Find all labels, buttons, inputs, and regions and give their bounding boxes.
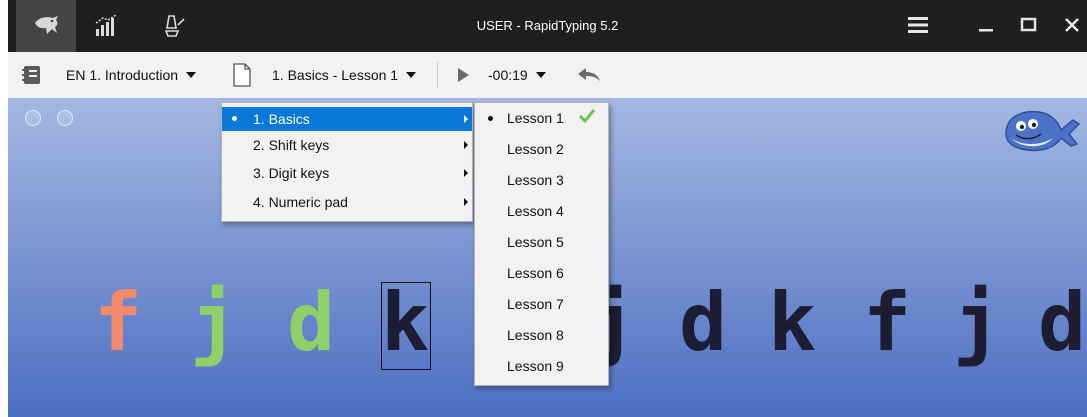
lesson-item-7[interactable]: Lesson 7 — [475, 291, 608, 317]
bullet-icon — [232, 116, 237, 121]
play-icon — [458, 68, 469, 82]
lesson-item-label: Lesson 9 — [507, 358, 564, 374]
exercise-letter: d — [1038, 276, 1087, 369]
exercise-letter: j — [190, 276, 239, 369]
lesson-file-button[interactable] — [232, 52, 252, 98]
lesson-item-label: Lesson 5 — [507, 234, 564, 250]
maximize-button[interactable] — [1016, 12, 1042, 38]
lesson-item-label: Lesson 3 — [507, 172, 564, 188]
menu-item-label: 2. Shift keys — [253, 137, 330, 153]
course-label: EN 1. Introduction — [66, 67, 179, 83]
play-button[interactable] — [456, 52, 470, 98]
indicator-circle — [57, 110, 73, 126]
menu-icon — [908, 17, 928, 33]
lesson-item-2[interactable]: Lesson 2 — [475, 136, 608, 162]
lesson-item-label: Lesson 2 — [507, 141, 564, 157]
title-bar: USER - RapidTyping 5.2 — [8, 0, 1087, 52]
menu-item-basics[interactable]: 1. Basics — [222, 107, 472, 131]
exercise-letter: d — [287, 276, 336, 369]
file-icon — [233, 63, 251, 87]
timer-dropdown[interactable]: -00:19 — [488, 52, 546, 98]
lesson-item-label: Lesson 4 — [507, 203, 564, 219]
lesson-item-4[interactable]: Lesson 4 — [475, 198, 608, 224]
toolbar: EN 1. Introduction 1. Basics - Lesson 1 … — [8, 52, 1087, 99]
lesson-item-5[interactable]: Lesson 5 — [475, 229, 608, 255]
menu-item-shift-keys[interactable]: 2. Shift keys — [222, 133, 472, 157]
exercise-letter: f — [94, 276, 143, 369]
chevron-right-icon — [464, 115, 468, 123]
whale-mascot-icon — [1005, 110, 1081, 152]
menu-item-label: 3. Digit keys — [253, 165, 330, 181]
lesson-item-3[interactable]: Lesson 3 — [475, 167, 608, 193]
minimize-icon — [979, 29, 993, 32]
timer-label: -00:19 — [488, 67, 528, 83]
lesson-item-label: Lesson 8 — [507, 327, 564, 343]
close-button[interactable] — [1059, 12, 1085, 38]
chevron-right-icon — [464, 141, 468, 149]
menu-button[interactable] — [905, 12, 931, 38]
indicator-circle — [25, 110, 41, 126]
menu-item-digit-keys[interactable]: 3. Digit keys — [222, 161, 472, 185]
chevron-down-icon — [186, 72, 197, 78]
left-edge — [0, 0, 8, 417]
exercise-letter: k — [768, 276, 817, 369]
chevron-down-icon — [406, 72, 417, 78]
lesson-dropdown[interactable]: 1. Basics - Lesson 1 — [272, 52, 417, 98]
lesson-item-label: Lesson 7 — [507, 296, 564, 312]
notebook-icon — [22, 66, 40, 84]
app-window: USER - RapidTyping 5.2 EN 1. Introductio… — [8, 0, 1087, 417]
menu-item-label: 1. Basics — [253, 111, 310, 127]
lesson-menu: Lesson 1 Lesson 2 Lesson 3 Lesson 4 Less… — [474, 102, 609, 386]
lesson-label: 1. Basics - Lesson 1 — [272, 67, 399, 83]
menu-item-numeric-pad[interactable]: 4. Numeric pad — [222, 190, 472, 214]
lesson-item-1[interactable]: Lesson 1 — [475, 105, 608, 131]
lesson-item-label: Lesson 6 — [507, 265, 564, 281]
menu-item-label: 4. Numeric pad — [253, 194, 348, 210]
exercise-letter: j — [953, 276, 1002, 369]
checkmark-icon — [578, 109, 596, 124]
chevron-down-icon — [535, 72, 546, 78]
chevron-right-icon — [464, 198, 468, 206]
maximize-icon — [1020, 17, 1037, 32]
exercise-letter-current: k — [381, 276, 430, 369]
lesson-item-9[interactable]: Lesson 9 — [475, 353, 608, 379]
lesson-item-8[interactable]: Lesson 8 — [475, 322, 608, 348]
section-menu: 1. Basics 2. Shift keys 3. Digit keys 4.… — [221, 102, 473, 222]
toolbar-divider — [437, 62, 438, 88]
course-dropdown[interactable]: EN 1. Introduction — [66, 52, 197, 98]
undo-icon — [578, 68, 600, 81]
lesson-item-6[interactable]: Lesson 6 — [475, 260, 608, 286]
notebook-button[interactable] — [20, 52, 42, 98]
close-icon — [1065, 18, 1079, 32]
exercise-letter: f — [863, 276, 912, 369]
exercise-letter: d — [679, 276, 728, 369]
minimize-button[interactable] — [973, 12, 999, 38]
undo-button[interactable] — [576, 52, 602, 98]
lesson-item-label: Lesson 1 — [507, 110, 564, 126]
bullet-icon — [488, 116, 493, 121]
chevron-right-icon — [464, 169, 468, 177]
